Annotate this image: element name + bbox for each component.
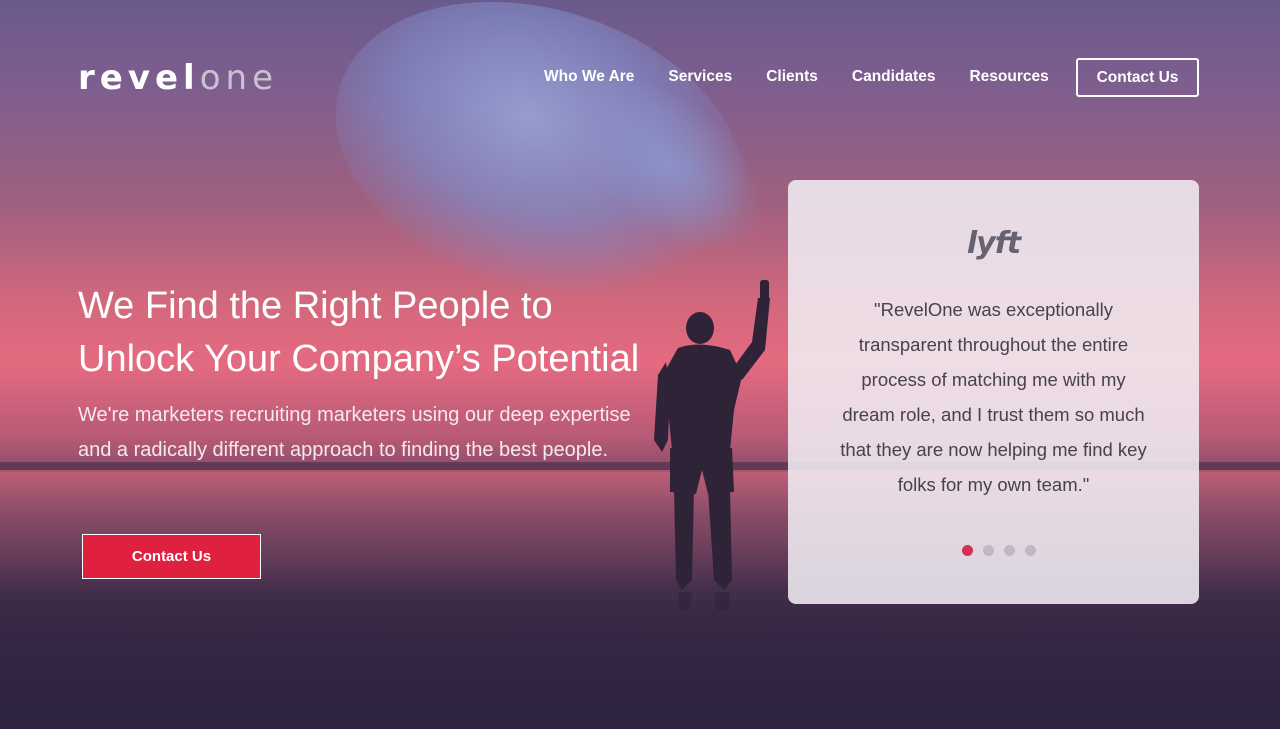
hero-title: We Find the Right People to Unlock Your …: [78, 280, 718, 386]
revelone-logo[interactable]: revelone: [78, 58, 278, 98]
testimonial-card: lyft "RevelOne was exceptionally transpa…: [788, 180, 1199, 604]
quote-line: dream role, and I trust them so much: [842, 404, 1145, 425]
main-nav: Who We Are Services Clients Candidates R…: [544, 68, 1083, 86]
hero-subtitle: We're marketers recruiting marketers usi…: [78, 398, 698, 468]
quote-line: folks for my own team.": [897, 474, 1090, 495]
nav-who-we-are[interactable]: Who We Are: [544, 68, 634, 86]
carousel-dot-3[interactable]: [1004, 545, 1015, 556]
quote-line: transparent throughout the entire: [858, 334, 1129, 355]
lyft-logo: lyft: [966, 226, 1021, 261]
logo-accent-text: one: [199, 58, 278, 98]
hero-title-line-2: Unlock Your Company’s Potential: [78, 338, 640, 380]
carousel-dot-4[interactable]: [1025, 545, 1036, 556]
hero-subtitle-line-1: We're marketers recruiting marketers usi…: [78, 404, 631, 426]
hero-subtitle-line-2: and a radically different approach to fi…: [78, 439, 608, 461]
hero-title-line-1: We Find the Right People to: [78, 285, 553, 327]
nav-services[interactable]: Services: [668, 68, 732, 86]
carousel-dot-1[interactable]: [962, 545, 973, 556]
carousel-dots: [962, 545, 1036, 556]
shore: [0, 600, 1280, 729]
testimonial-quote: "RevelOne was exceptionally transparent …: [830, 292, 1157, 502]
nav-resources[interactable]: Resources: [969, 68, 1048, 86]
nav-contact-button[interactable]: Contact Us: [1076, 58, 1199, 97]
carousel-dot-2[interactable]: [983, 545, 994, 556]
quote-line: that they are now helping me find key: [840, 439, 1147, 460]
nav-candidates[interactable]: Candidates: [852, 68, 936, 86]
logo-main-text: revel: [78, 58, 200, 98]
quote-line: process of matching me with my: [861, 369, 1126, 390]
quote-line: "RevelOne was exceptionally: [874, 299, 1113, 320]
hero-contact-button[interactable]: Contact Us: [82, 534, 261, 579]
nav-clients[interactable]: Clients: [766, 68, 818, 86]
